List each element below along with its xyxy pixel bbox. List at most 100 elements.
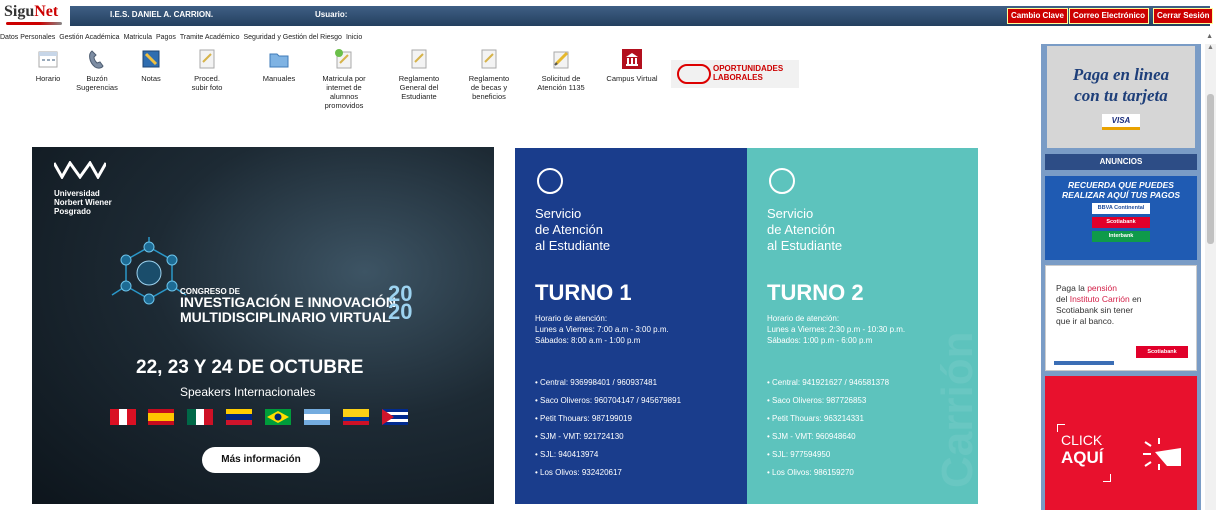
logout-button[interactable]: Cerrar Sesión [1153, 8, 1214, 24]
tool-reglamento-becas-label: Reglamento de becas y beneficios [468, 74, 510, 101]
tool-matricula-internet-label: Matricula por internet de alumnos promov… [322, 74, 366, 110]
tool-manuales[interactable]: Manuales [257, 48, 301, 83]
click-line1: CLICK [1061, 432, 1103, 448]
congress-banner[interactable]: Universidad Norbert Wiener Posgrado CONG… [32, 147, 494, 504]
menu-inicio[interactable]: Inicio [346, 32, 362, 44]
more-info-button[interactable]: Más información [202, 447, 320, 473]
payments-ad-line2: REALIZAR AQUÍ TUS PAGOS [1061, 190, 1181, 200]
opportunities-banner[interactable]: OPORTUNIDADES LABORALES [671, 60, 799, 88]
university-line2: Norbert Wiener [54, 198, 112, 207]
pension-ad-line2b: Instituto Carrión [1069, 294, 1130, 304]
scotiabank-badge: Scotiabank [1136, 346, 1188, 358]
student-service-banner[interactable]: Servicio de Atención al Estudiante TURNO… [515, 148, 978, 504]
scotiabank-logo: Scotiabank [1092, 217, 1150, 228]
turno2-contacts: Central: 941921627 / 946581378 Saco Oliv… [767, 374, 889, 482]
carrion-watermark: Carrión [933, 331, 978, 488]
speakers-text: Speakers Internacionales [180, 385, 316, 399]
scroll-up-icon[interactable]: ▲ [1207, 44, 1214, 51]
email-button[interactable]: Correo Electrónico [1069, 8, 1150, 24]
service-title: Servicio de Atención al Estudiante [767, 206, 842, 254]
pencil-icon [553, 51, 569, 69]
online-payment-line2: con tu tarjeta [1074, 86, 1168, 105]
bbva-logo: BBVA Continental [1092, 203, 1150, 214]
tool-campus-virtual[interactable]: Campus Virtual [601, 48, 663, 83]
list-item: Los Olivos: 932420617 [535, 464, 681, 482]
congress-dates: 22, 23 Y 24 DE OCTUBRE [136, 357, 364, 378]
tool-manuales-label: Manuales [262, 74, 296, 83]
notes-icon [142, 50, 160, 68]
document-icon [481, 49, 497, 69]
pension-ad-line2a: del [1056, 294, 1070, 304]
opportunities-text: OPORTUNIDADES LABORALES [713, 64, 784, 82]
spain-flag-icon [148, 409, 174, 425]
list-item: Petit Thouars: 987199019 [535, 410, 681, 428]
corner-bracket [1103, 474, 1111, 482]
tool-buzon[interactable]: Buzón Sugerencias [75, 48, 119, 92]
colombia-flag-icon [343, 409, 369, 425]
logo[interactable]: SiguNet [4, 3, 58, 21]
click-here-text: CLICK AQUÍ [1061, 431, 1104, 467]
scotiabank-pension-ad[interactable]: Paga la pensión del Instituto Carrión en… [1045, 265, 1197, 371]
click-here-ad[interactable]: CLICK AQUÍ [1045, 376, 1197, 510]
menu-tramite-academico[interactable]: Tramite Académico [180, 32, 240, 44]
tool-subir-foto[interactable]: Proced. subir foto [188, 48, 226, 92]
pension-ad-footer [1054, 361, 1114, 365]
change-password-button[interactable]: Cambio Clave [1007, 8, 1068, 24]
service-line3: al Estudiante [767, 238, 843, 253]
payments-ad-line1: RECUERDA QUE PUEDES [1068, 180, 1174, 190]
brazil-flag-icon [265, 409, 291, 425]
tool-solicitud-atencion[interactable]: Solicitud de Atención 1135 [529, 48, 593, 92]
payments-ad-text: RECUERDA QUE PUEDES REALIZAR AQUÍ TUS PA… [1045, 180, 1197, 200]
tool-reglamento-becas[interactable]: Reglamento de becas y beneficios [462, 48, 516, 101]
service-line2: de Atención [535, 222, 603, 237]
institution-name: I.E.S. DANIEL A. CARRION. [110, 10, 214, 19]
menu-matricula[interactable]: Matricula [124, 32, 152, 44]
document-icon [199, 49, 215, 69]
online-payment-ad[interactable]: Paga en linea con tu tarjeta VISA [1047, 46, 1195, 148]
online-payment-line1: Paga en linea [1072, 65, 1170, 84]
announcements-header: ANUNCIOS [1045, 154, 1197, 170]
logo-main: Sigu [4, 3, 35, 20]
tool-matricula-internet[interactable]: Matricula por internet de alumnos promov… [316, 48, 372, 110]
scroll-thumb[interactable] [1207, 94, 1214, 244]
scroll-up-arrow-icon[interactable]: ▲ [1206, 33, 1213, 40]
university-brand: Universidad Norbert Wiener Posgrado [52, 160, 112, 216]
tool-subir-foto-label: Proced. subir foto [191, 74, 223, 92]
siguNet-page: SiguNet I.E.S. DANIEL A. CARRION. Usuari… [0, 0, 1216, 510]
turno1-title: TURNO 1 [535, 280, 632, 305]
payments-banks-ad[interactable]: RECUERDA QUE PUEDES REALIZAR AQUÍ TUS PA… [1045, 176, 1197, 260]
turno1-panel: Servicio de Atención al Estudiante TURNO… [515, 148, 747, 504]
tool-reglamento-general-label: Reglamento General del Estudiante [398, 74, 440, 101]
tool-horario[interactable]: Horario [33, 48, 63, 83]
whatsapp-icon [769, 168, 795, 194]
venezuela-flag-icon [226, 409, 252, 425]
tool-reglamento-general[interactable]: Reglamento General del Estudiante [388, 48, 450, 101]
menu-seguridad[interactable]: Seguridad y Gestión del Riesgo [244, 32, 342, 44]
service-title: Servicio de Atención al Estudiante [535, 206, 610, 254]
user-label: Usuario: [315, 10, 348, 19]
turno1-hours-title: Horario de atención: [535, 314, 608, 323]
pointing-hand-icon [1143, 438, 1181, 470]
turno1-saturday: Sábados: 8:00 a.m - 1:00 p.m [535, 336, 641, 345]
tool-notas[interactable]: Notas [137, 48, 165, 83]
list-item: SJL: 940413974 [535, 446, 681, 464]
list-item: Los Olivos: 986159270 [767, 464, 889, 482]
turno2-title: TURNO 2 [767, 280, 864, 305]
menu-datos-personales[interactable]: Datos Personales [0, 32, 55, 44]
page-scrollbar[interactable]: ▲ [1205, 44, 1216, 510]
menu-pagos[interactable]: Pagos [156, 32, 176, 44]
list-item: Central: 936998401 / 960937481 [535, 374, 681, 392]
pension-ad-line4: que ir al banco. [1056, 316, 1115, 326]
service-line1: Servicio [767, 206, 814, 221]
list-item: Saco Oliveros: 987726853 [767, 392, 889, 410]
pension-ad-line1a: Paga la [1056, 283, 1088, 293]
service-line3: al Estudiante [535, 238, 611, 253]
header: SiguNet I.E.S. DANIEL A. CARRION. Usuari… [0, 0, 1216, 32]
list-item: Central: 941921627 / 946581378 [767, 374, 889, 392]
congress-title-line2: MULTIDISCIPLINARIO VIRTUAL [180, 309, 391, 325]
menu-gestion-academica[interactable]: Gestión Académica [59, 32, 119, 44]
tool-campus-virtual-label: Campus Virtual [606, 74, 658, 83]
turno2-hours: Horario de atención: Lunes a Viernes: 2:… [767, 313, 905, 346]
list-item: SJM - VMT: 960948640 [767, 428, 889, 446]
list-item: SJL: 977594950 [767, 446, 889, 464]
